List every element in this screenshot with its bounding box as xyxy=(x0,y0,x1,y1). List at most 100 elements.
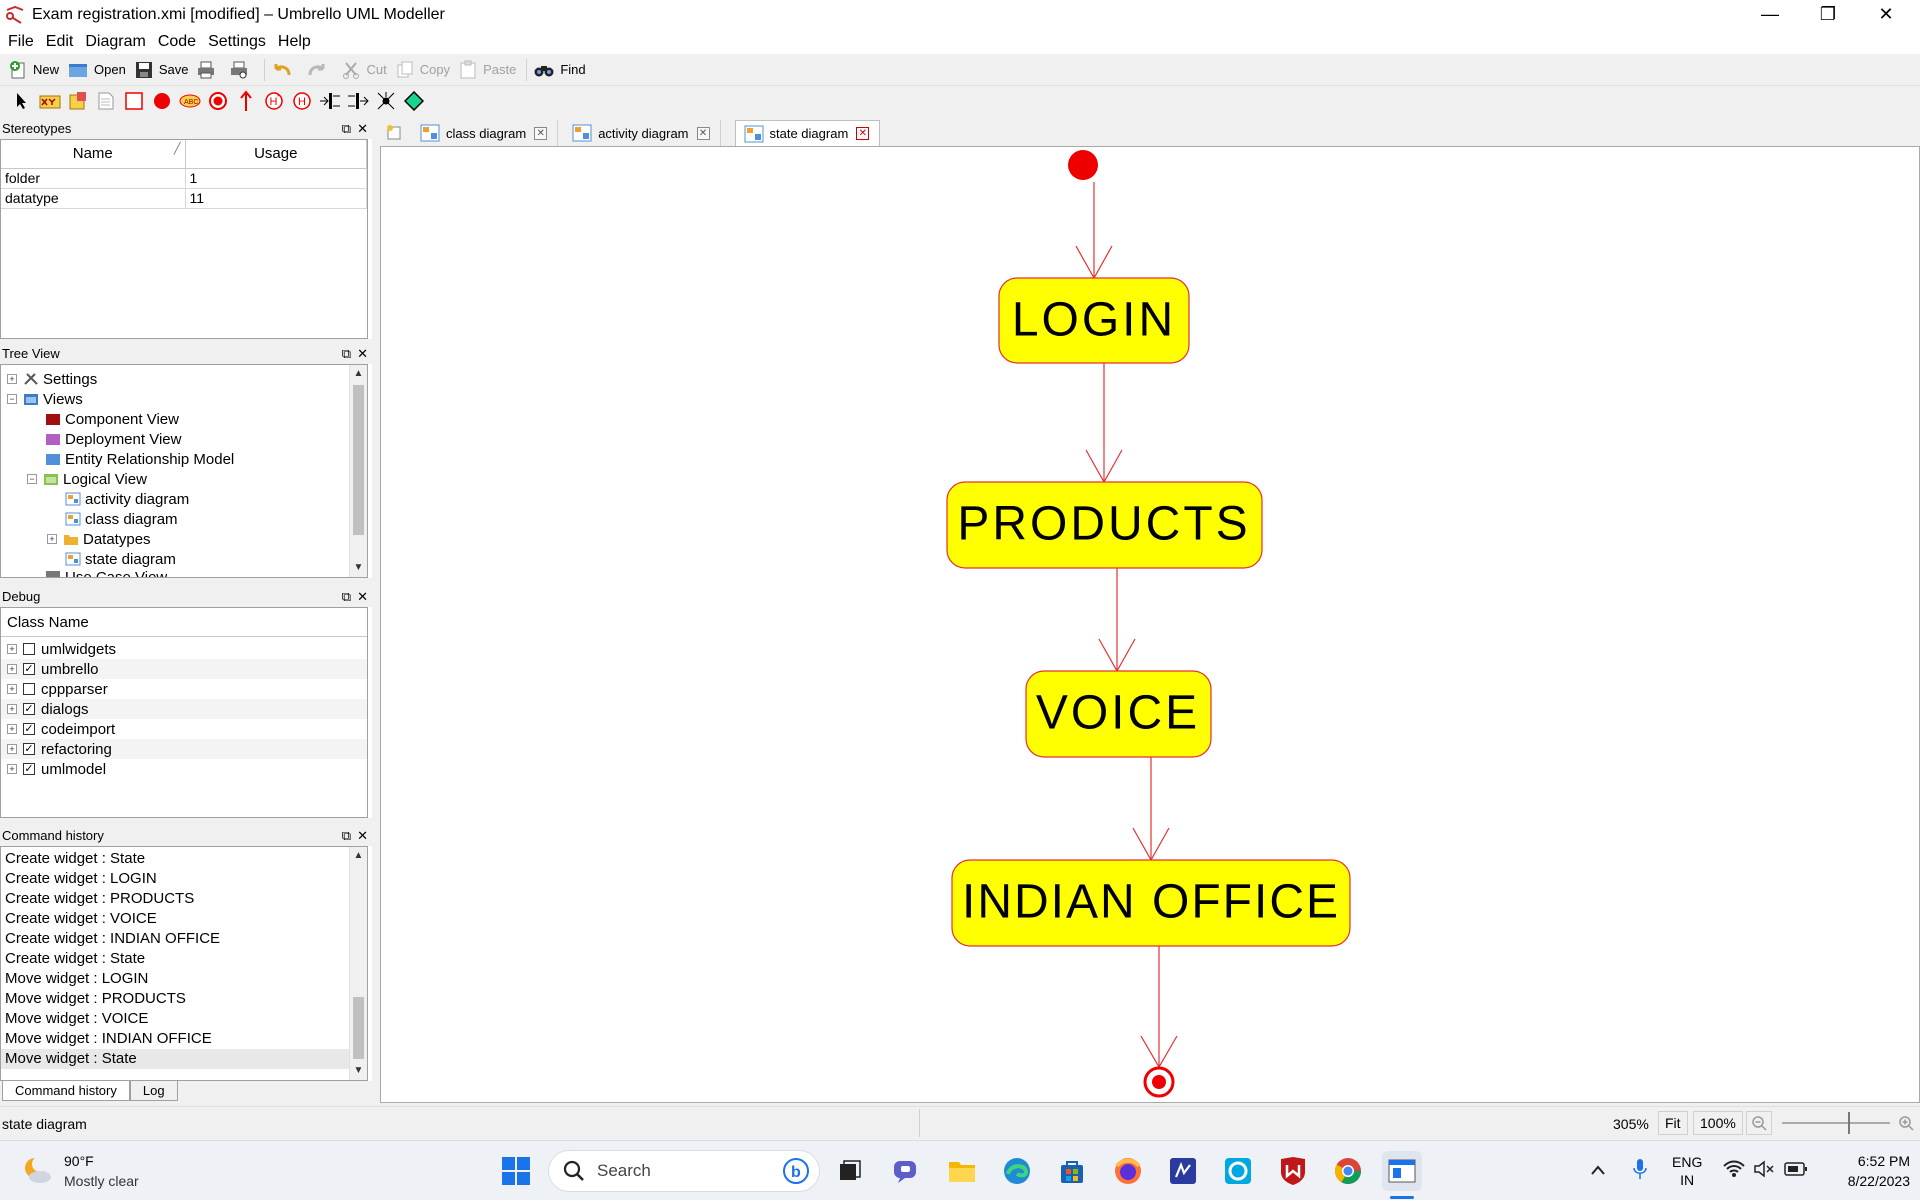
menu-edit[interactable]: Edit xyxy=(40,33,80,51)
usage-column-header[interactable]: Usage xyxy=(185,140,367,169)
debug-row[interactable]: + ✓ umbrello xyxy=(1,659,367,679)
command-history-item[interactable]: Create widget : State xyxy=(1,849,349,869)
menu-settings[interactable]: Settings xyxy=(202,33,272,51)
scroll-down-icon[interactable]: ▼ xyxy=(350,559,367,577)
state-indian-office[interactable]: INDIAN OFFICE xyxy=(951,859,1351,947)
float-icon[interactable]: ⧉ xyxy=(342,587,351,607)
command-history-item[interactable]: Move widget : State xyxy=(1,1049,349,1069)
close-icon[interactable]: ✕ xyxy=(357,119,368,139)
select-tool[interactable] xyxy=(8,88,36,114)
command-history-item[interactable]: Move widget : VOICE xyxy=(1,1009,349,1029)
open-button[interactable]: Open xyxy=(65,56,132,84)
collapse-icon[interactable]: − xyxy=(27,474,37,484)
tree-view-scrollbar[interactable]: ▲ ▼ xyxy=(349,365,367,577)
expand-icon[interactable]: + xyxy=(7,704,17,714)
expand-icon[interactable]: + xyxy=(7,664,17,674)
tree-item-logical-view[interactable]: − Logical View xyxy=(1,469,367,489)
fork-tool[interactable] xyxy=(316,88,344,114)
taskbar-search-box[interactable]: Search b xyxy=(548,1150,820,1192)
checkbox[interactable] xyxy=(23,683,35,695)
alexa-button[interactable] xyxy=(1218,1151,1258,1191)
mcafee-button[interactable] xyxy=(1273,1151,1313,1191)
checkbox[interactable]: ✓ xyxy=(23,703,35,715)
command-history-item[interactable]: Create widget : LOGIN xyxy=(1,869,349,889)
command-history-scrollbar[interactable]: ▲ ▼ xyxy=(349,847,367,1080)
new-button[interactable]: New xyxy=(6,56,65,84)
zoom-in-button[interactable] xyxy=(1893,1111,1919,1135)
tree-item-settings[interactable]: + Settings xyxy=(1,369,367,389)
tree-item-entity-relationship-model[interactable]: Entity Relationship Model xyxy=(1,449,367,469)
input-language-button[interactable]: ENG IN xyxy=(1672,1153,1702,1189)
end-state-tool[interactable] xyxy=(204,88,232,114)
zoom-out-button[interactable] xyxy=(1746,1111,1772,1135)
float-icon[interactable]: ⧉ xyxy=(342,344,351,364)
tree-item-deployment-view[interactable]: Deployment View xyxy=(1,429,367,449)
tab-state-diagram[interactable]: state diagram ✕ xyxy=(734,120,881,146)
state-abc-tool[interactable]: ABC xyxy=(176,88,204,114)
tree-item-use-case-view[interactable]: Use Case View xyxy=(1,569,367,577)
command-history-item[interactable]: Create widget : INDIAN OFFICE xyxy=(1,929,349,949)
expand-icon[interactable]: + xyxy=(7,374,17,384)
transition-initial-to-login[interactable] xyxy=(1075,182,1113,280)
expand-icon[interactable]: + xyxy=(7,764,17,774)
float-icon[interactable]: ⧉ xyxy=(342,119,351,139)
debug-row[interactable]: + cppparser xyxy=(1,679,367,699)
state-tool[interactable] xyxy=(120,88,148,114)
junction-tool[interactable] xyxy=(372,88,400,114)
collapse-icon[interactable]: − xyxy=(7,394,17,404)
cut-button[interactable]: Cut xyxy=(339,56,392,84)
battery-button[interactable] xyxy=(1784,1161,1808,1181)
command-history-item[interactable]: Move widget : INDIAN OFFICE xyxy=(1,1029,349,1049)
close-tab-icon[interactable]: ✕ xyxy=(696,126,710,140)
diagram-canvas[interactable]: LOGIN PRODUCTS VOICE INDIAN OFFICE xyxy=(380,146,1920,1103)
initial-state-tool[interactable] xyxy=(148,88,176,114)
maximize-button[interactable]: ❐ xyxy=(1800,0,1856,29)
zoom-100-button[interactable]: 100% xyxy=(1693,1111,1743,1135)
umbrello-taskbar-button[interactable] xyxy=(1382,1151,1422,1191)
debug-row[interactable]: + ✓ refactoring xyxy=(1,739,367,759)
tab-activity-diagram[interactable]: activity diagram ✕ xyxy=(558,120,721,146)
tree-item-component-view[interactable]: Component View xyxy=(1,409,367,429)
tab-class-diagram[interactable]: class diagram ✕ xyxy=(412,120,559,146)
float-icon[interactable]: ⧉ xyxy=(342,826,351,846)
visual-studio-button[interactable] xyxy=(1163,1151,1203,1191)
expand-icon[interactable]: + xyxy=(7,684,17,694)
menu-help[interactable]: Help xyxy=(272,33,317,51)
redo-button[interactable] xyxy=(304,56,339,84)
table-row[interactable]: datatype 11 xyxy=(1,188,367,209)
firefox-button[interactable] xyxy=(1108,1151,1148,1191)
new-tab-button[interactable] xyxy=(378,120,412,146)
scroll-up-icon[interactable]: ▲ xyxy=(350,847,367,865)
debug-row[interactable]: + ✓ codeimport xyxy=(1,719,367,739)
zoom-slider[interactable] xyxy=(1782,1122,1890,1124)
close-tab-icon[interactable]: ✕ xyxy=(856,127,870,140)
debug-row[interactable]: + umlwidgets xyxy=(1,639,367,659)
transition-indian-office-to-final[interactable] xyxy=(1140,946,1178,1069)
undo-button[interactable] xyxy=(269,56,304,84)
transition-products-to-voice[interactable] xyxy=(1098,568,1136,673)
name-column-header[interactable]: Name ╱ xyxy=(1,140,186,169)
tab-log[interactable]: Log xyxy=(129,1081,178,1101)
file-explorer-button[interactable] xyxy=(942,1151,982,1191)
minimize-button[interactable]: — xyxy=(1742,0,1798,29)
show-hidden-icons-button[interactable] xyxy=(1590,1163,1606,1180)
command-history-item[interactable]: Create widget : State xyxy=(1,949,349,969)
note-tool[interactable] xyxy=(64,88,92,114)
task-view-button[interactable] xyxy=(830,1151,870,1191)
transition-login-to-products[interactable] xyxy=(1085,363,1123,484)
close-icon[interactable]: ✕ xyxy=(357,587,368,607)
checkbox[interactable]: ✓ xyxy=(23,763,35,775)
debug-row[interactable]: + ✓ dialogs xyxy=(1,699,367,719)
tab-command-history[interactable]: Command history xyxy=(2,1081,130,1101)
shallow-history-tool[interactable]: H * xyxy=(260,88,288,114)
expand-icon[interactable]: + xyxy=(7,724,17,734)
state-products[interactable]: PRODUCTS xyxy=(946,481,1263,569)
anchor-tool[interactable] xyxy=(36,88,64,114)
copy-button[interactable]: Copy xyxy=(393,56,456,84)
teams-chat-button[interactable] xyxy=(886,1151,926,1191)
join-tool[interactable] xyxy=(344,88,372,114)
clock[interactable]: 6:52 PM 8/22/2023 xyxy=(1820,1151,1910,1191)
table-row[interactable]: folder 1 xyxy=(1,168,367,189)
debug-row[interactable]: + ✓ umlmodel xyxy=(1,759,367,779)
paste-button[interactable]: Paste xyxy=(456,56,522,84)
